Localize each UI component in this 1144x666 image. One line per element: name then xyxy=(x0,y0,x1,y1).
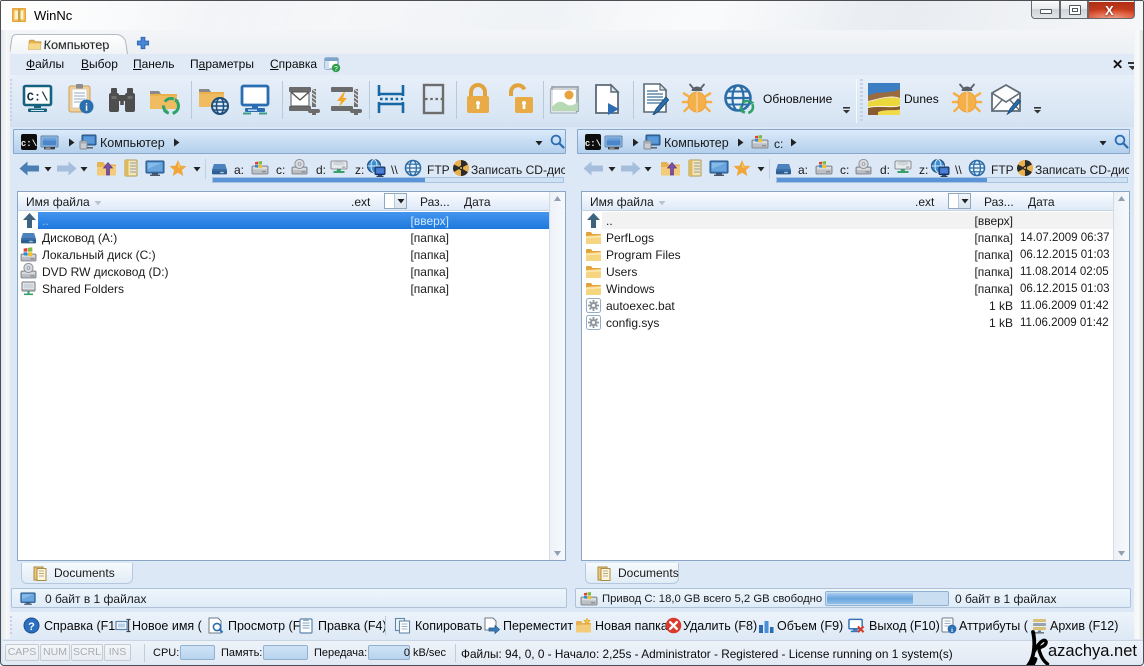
svg-text:i: i xyxy=(85,103,88,114)
svg-text:C:\: C:\ xyxy=(27,91,49,105)
svg-text:i: i xyxy=(951,627,953,634)
svg-text:?: ? xyxy=(334,66,338,73)
